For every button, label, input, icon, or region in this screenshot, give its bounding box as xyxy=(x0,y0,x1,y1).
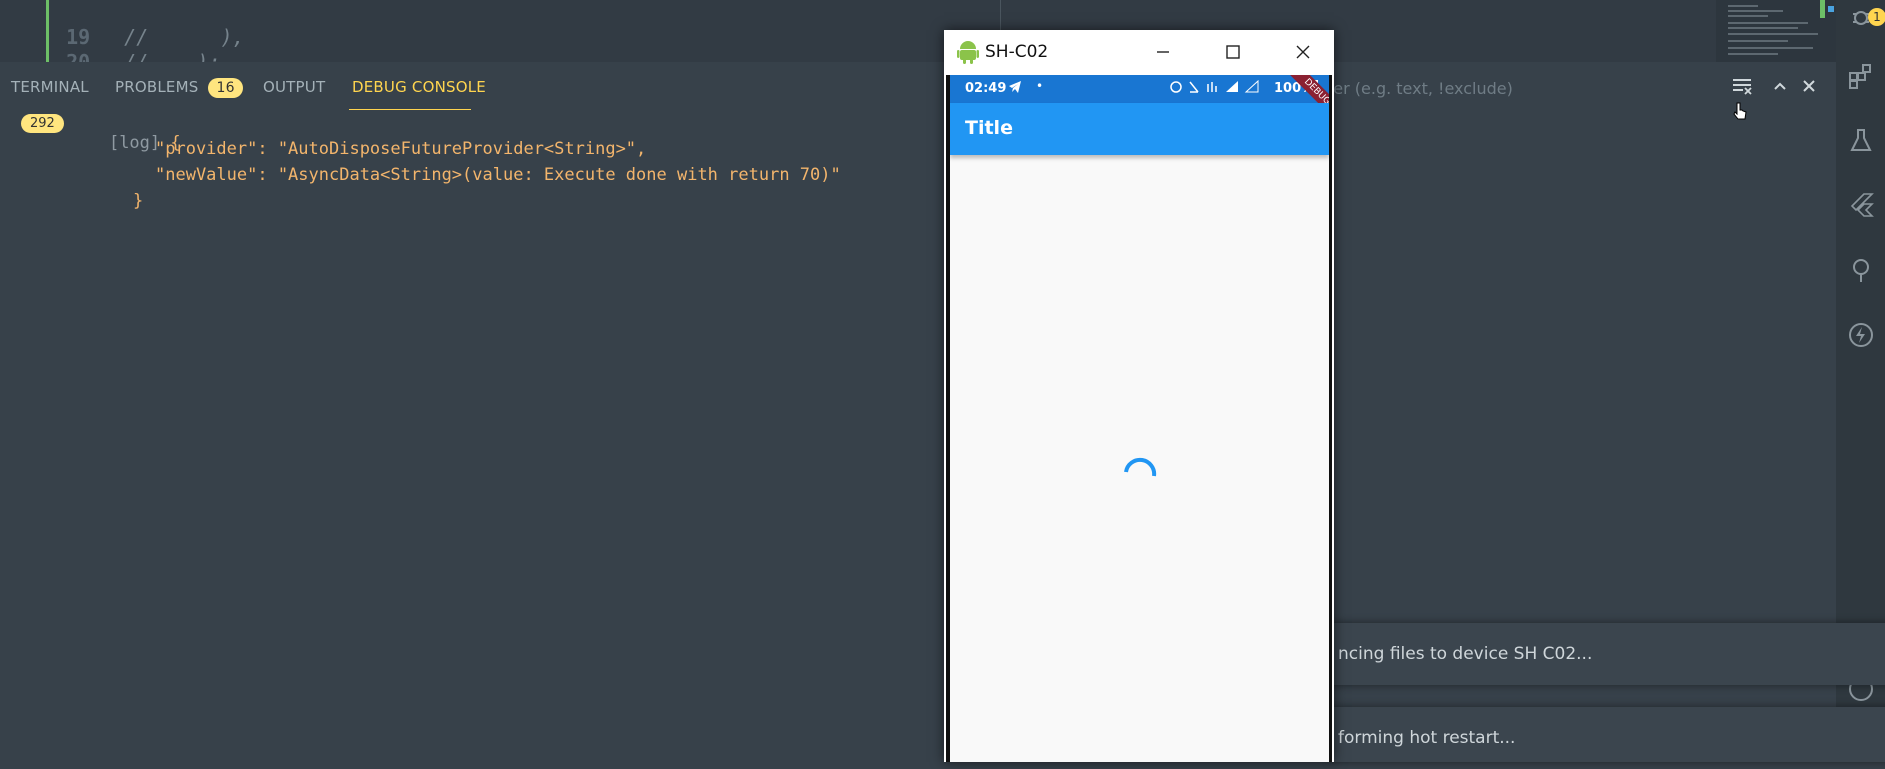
tab-terminal[interactable]: TERMINAL xyxy=(11,78,89,96)
android-status-bar: 02:49 • 100% xyxy=(950,75,1329,103)
close-icon[interactable] xyxy=(1288,38,1318,68)
code-line-21[interactable]: 21// } xyxy=(0,48,172,62)
emulator-title-bar[interactable]: SH-C02 xyxy=(944,30,1334,75)
code-line-20[interactable]: 20// ); xyxy=(0,23,220,62)
extensions-icon[interactable] xyxy=(1848,63,1874,89)
console-filter-input[interactable]: ter (e.g. text, !exclude) xyxy=(1327,79,1513,98)
notification-text: forming hot restart... xyxy=(1338,728,1516,748)
console-line[interactable]: } xyxy=(133,191,143,211)
code-line-19[interactable]: 19// ), xyxy=(0,0,245,49)
notification-badge: 1 xyxy=(1868,8,1885,26)
tab-problems[interactable]: PROBLEMS 16 xyxy=(115,78,243,98)
lightning-icon[interactable] xyxy=(1848,322,1874,348)
log-tag: [log] xyxy=(108,133,161,153)
app-bar: Title xyxy=(950,103,1329,155)
log-repeat-count: 292 xyxy=(21,114,64,133)
status-icons xyxy=(1170,79,1270,98)
tab-output[interactable]: OUTPUT xyxy=(263,78,325,96)
emulator-window[interactable]: SH-C02 02:49 • 100% DEBUG Title xyxy=(944,30,1334,762)
telegram-icon xyxy=(1008,80,1022,98)
console-line[interactable]: "newValue": "AsyncData<String>(value: Ex… xyxy=(155,165,841,185)
minimap[interactable] xyxy=(1716,0,1836,62)
chevron-up-icon[interactable] xyxy=(1767,76,1793,102)
problems-count-badge: 16 xyxy=(208,78,243,98)
panel-close-icon[interactable] xyxy=(1796,76,1822,102)
notification-hot-restart[interactable]: forming hot restart... xyxy=(1330,707,1885,762)
panel-tabs: TERMINAL PROBLEMS 16 OUTPUT DEBUG CONSOLE… xyxy=(0,62,1836,120)
console-line[interactable]: "provider": "AutoDisposeFutureProvider<S… xyxy=(155,139,646,159)
loading-spinner-icon xyxy=(1120,452,1160,492)
active-tab-indicator xyxy=(349,109,471,110)
android-icon xyxy=(957,40,979,64)
flask-icon[interactable] xyxy=(1848,127,1874,153)
notification-syncing[interactable]: ncing files to device SH C02... xyxy=(1330,623,1885,685)
dot-icon: • xyxy=(1036,79,1044,93)
code-editor[interactable]: 19// ), 20// ); 21// } xyxy=(0,0,1716,62)
tree-icon[interactable] xyxy=(1848,257,1874,283)
tab-debug-console[interactable]: DEBUG CONSOLE xyxy=(352,78,486,96)
emulator-title: SH-C02 xyxy=(985,42,1049,62)
minimize-icon[interactable] xyxy=(1148,38,1178,68)
phone-screen[interactable]: 02:49 • 100% DEBUG Title xyxy=(950,75,1329,762)
maximize-icon[interactable] xyxy=(1218,38,1248,68)
phone-frame: 02:49 • 100% DEBUG Title xyxy=(946,75,1332,762)
status-time: 02:49 xyxy=(965,81,1007,96)
mouse-cursor-icon xyxy=(1733,102,1747,122)
flutter-icon[interactable] xyxy=(1848,192,1874,218)
notification-text: ncing files to device SH C02... xyxy=(1338,644,1593,664)
app-title: Title xyxy=(965,117,1013,139)
tab-problems-label: PROBLEMS xyxy=(115,78,199,96)
clear-console-icon[interactable] xyxy=(1730,76,1756,102)
